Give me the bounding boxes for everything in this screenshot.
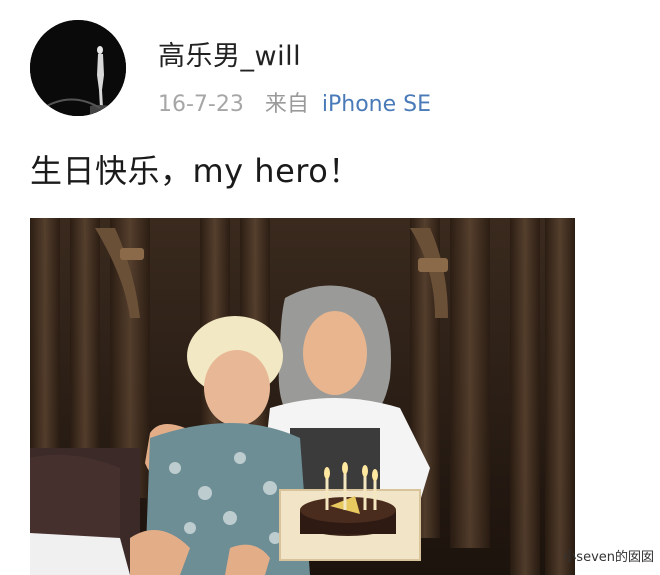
post-meta: 16-7-23 来自 iPhone SE — [158, 86, 431, 118]
birthday-photo[interactable] — [30, 218, 575, 575]
post-text: 生日快乐，my hero！ — [30, 152, 361, 190]
source-label: 来自 — [264, 92, 309, 117]
watermark-text: 小seven的囡囡 — [563, 550, 654, 565]
user-avatar-icon[interactable] — [30, 20, 126, 116]
post-date[interactable]: 16-7-23 — [158, 92, 244, 117]
weibo-post: 高乐男_will 16-7-23 来自 iPhone SE 生日快乐，my he… — [0, 0, 660, 575]
device-link[interactable]: iPhone SE — [322, 92, 431, 117]
username-link[interactable]: 高乐男_will — [158, 34, 301, 73]
